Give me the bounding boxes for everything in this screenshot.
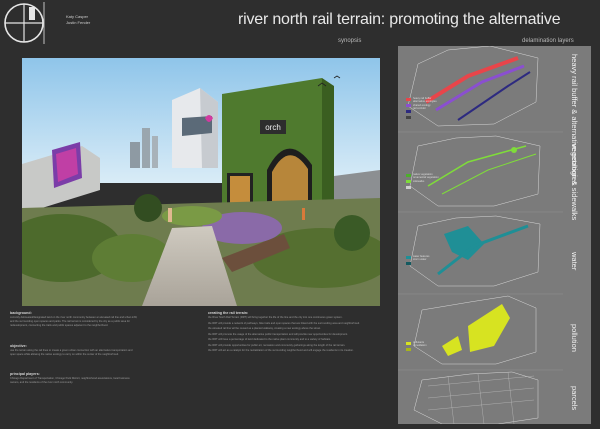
authors: Katy Casper Justin Fender xyxy=(66,14,90,26)
rail-terrain-paragraph: the RRT will provide a network of pathwa… xyxy=(208,321,360,325)
legend-vegetation: native vegetation ornamental vegetation … xyxy=(413,173,439,183)
delamination-panel: heavy rail buffer alternative ecologies … xyxy=(398,46,591,424)
principal-players-heading: principal players: xyxy=(10,372,40,376)
synopsis-label: synopsis xyxy=(338,38,362,44)
left-text-column: background: currently delineated/designa… xyxy=(10,310,138,387)
layer-label-water: water xyxy=(570,252,579,271)
delamination-label: delamination layers xyxy=(522,38,574,44)
principal-players-text: Chicago Department of Transportation, Ch… xyxy=(10,377,130,384)
author-2: Justin Fender xyxy=(66,20,91,25)
building-sign: orch xyxy=(265,123,281,132)
background-heading: background: xyxy=(10,311,32,315)
rail-terrain-paragraph: the RRT will promote the usage of the al… xyxy=(208,332,348,336)
legend-water: water features storm water xyxy=(413,255,430,262)
rail-terrain-paragraph: the River North Rail Terrain (RRT) will … xyxy=(208,316,343,319)
rail-terrain-paragraph: the RRT will have a percentage of land d… xyxy=(208,338,331,341)
legend-rail-buffer: heavy rail buffer alternative ecologies … xyxy=(413,97,437,111)
background-text: currently delineated/designated land on … xyxy=(10,316,138,327)
logo xyxy=(2,2,60,44)
layer-map-pollution xyxy=(398,295,563,371)
page-title: river north rail terrain: promoting the … xyxy=(238,11,561,28)
rail-terrain-paragraph: the RRT will act as a catalyst for the r… xyxy=(208,349,354,352)
rail-terrain-paragraph: the elevated rail line will be reused as… xyxy=(208,327,321,330)
rail-terrain-paragraph: the RRT will provide opportunities for p… xyxy=(208,343,346,347)
legend-pollution: pollutants remediation xyxy=(413,341,427,348)
site-rendering: orch xyxy=(22,58,380,306)
objective-heading: objective: xyxy=(10,343,27,348)
layer-label-vegetation: vegetation & sidewalks xyxy=(570,144,579,221)
layer-label-pollution: pollution xyxy=(570,324,579,352)
rail-terrain-heading: creating the rail terrain: xyxy=(208,311,249,315)
layer-map-parcels xyxy=(413,371,539,424)
objective-text: use the terrain along the rail lines to … xyxy=(10,348,133,356)
layer-label-parcels: parcels xyxy=(570,386,579,411)
right-text-column: creating the rail terrain: the River Nor… xyxy=(208,310,380,355)
layer-map-rail-buffer xyxy=(398,46,563,133)
